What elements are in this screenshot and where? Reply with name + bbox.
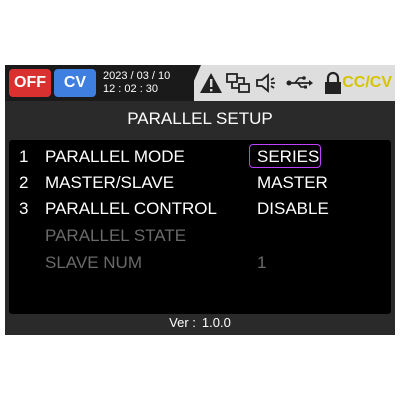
setting-label: PARALLEL STATE [45,226,187,245]
setting-index: 2 [19,173,29,192]
version-info: Ver : 1.0.0 [5,315,395,330]
setting-value-slave-num: 1 [257,253,267,272]
parallel-link-icon [226,73,250,93]
speaker-icon [256,73,275,93]
setting-row-parallel-control[interactable]: 3 PARALLEL CONTROL DISABLE [9,198,391,220]
output-state-badge[interactable]: OFF [9,69,51,97]
setting-value-master-slave[interactable]: MASTER [257,172,328,194]
setting-label: PARALLEL MODE [45,147,185,166]
status-bar: OFF CV 2023 / 03 / 10 12 : 02 : 30 CC/CV [5,65,395,101]
setting-label: MASTER/SLAVE [45,173,175,192]
setting-row-parallel-state: PARALLEL STATE [9,225,391,247]
setting-value-parallel-mode[interactable]: SERIES [257,146,319,168]
lock-icon [325,71,341,94]
cc-cv-indicator: CC/CV [342,74,392,91]
page-title: PARALLEL SETUP [127,109,273,128]
setting-value-parallel-control[interactable]: DISABLE [257,198,329,220]
version-label: Ver : [169,315,196,330]
time-text: 12 : 02 : 30 [103,83,159,95]
settings-panel: 1 PARALLEL MODE SERIES 2 MASTER/SLAVE MA… [9,140,391,314]
mode-badge: CV [54,69,96,97]
warning-icon [200,73,222,93]
datetime: 2023 / 03 / 10 12 : 02 : 30 [103,70,170,96]
setting-row-master-slave[interactable]: 2 MASTER/SLAVE MASTER [9,172,391,194]
setting-index: 3 [19,199,29,218]
setting-row-parallel-mode[interactable]: 1 PARALLEL MODE SERIES [9,144,391,168]
device-screen: OFF CV 2023 / 03 / 10 12 : 02 : 30 CC/CV… [5,65,395,335]
usb-icon [286,76,313,89]
setting-label: SLAVE NUM [45,253,142,272]
setting-label: PARALLEL CONTROL [45,199,217,218]
setting-index: 1 [19,147,29,166]
date-text: 2023 / 03 / 10 [103,70,171,82]
version-value: 1.0.0 [201,315,231,330]
setting-row-slave-num: SLAVE NUM 1 [9,252,391,274]
